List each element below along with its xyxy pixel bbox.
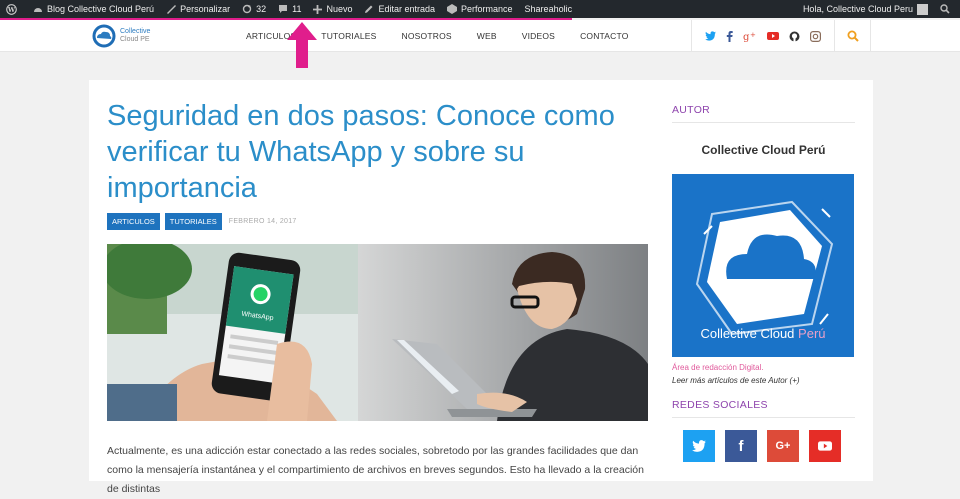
header-social-links: g + [691,20,835,52]
comment-icon [279,5,288,13]
dashboard-icon [34,8,42,12]
tag-tutoriales[interactable]: TUTORIALES [164,213,222,230]
author-image-text-1: Collective Cloud [700,326,795,341]
customize-button[interactable]: Personalizar [160,0,236,18]
post-featured-image: WhatsApp [107,244,648,421]
logo-text: Collective Cloud PE [120,28,150,44]
site-name-menu[interactable]: Blog Collective Cloud Perú [27,0,160,18]
site-header: Collective Cloud PE ARTICULOS TUTORIALES… [0,20,960,52]
admin-bar: W Blog Collective Cloud Perú Personaliza… [0,0,960,18]
author-image-caption: Collective Cloud Perú [672,326,854,341]
avatar [917,3,928,15]
google-plus-button[interactable]: G+ [767,430,799,462]
post-title: Seguridad en dos pasos: Conoce como veri… [107,100,615,204]
logo-line-2: Cloud PE [120,36,150,43]
post-meta: ARTICULOS TUTORIALES FEBRERO 14, 2017 [107,213,297,230]
customize-label: Personalizar [180,4,231,14]
edit-post-button[interactable]: Editar entrada [358,0,441,18]
youtube-button[interactable] [809,430,841,462]
author-name: Collective Cloud Perú [701,143,826,157]
updates-button[interactable]: 32 [236,0,272,18]
performance-icon [447,4,458,14]
facebook-icon: f [738,437,744,455]
cloud-logo-icon [92,24,116,48]
content-card: Seguridad en dos pasos: Conoce como veri… [89,80,873,495]
author-more-link[interactable]: Leer más artículos de este Autor (+) [672,376,855,385]
social-buttons: f G+ [672,430,855,462]
pencil-icon [365,5,373,13]
annotation-arrow-icon [287,22,317,68]
github-icon[interactable] [789,31,800,42]
youtube-icon[interactable] [766,30,779,42]
author-role: Área de redacción Digital. [672,363,764,372]
comments-count: 11 [292,4,302,14]
svg-text:W: W [7,5,16,13]
facebook-icon[interactable] [726,30,733,42]
nav-item-contacto[interactable]: CONTACTO [580,31,629,41]
performance-button[interactable]: Performance [441,0,519,18]
nav-item-nosotros[interactable]: NOSOTROS [402,31,452,41]
twitter-button[interactable] [683,430,715,462]
youtube-icon [818,441,832,451]
author-image-text-2: Perú [798,326,826,341]
shareaholic-label: Shareaholic [524,4,573,14]
facebook-button[interactable]: f [725,430,757,462]
comments-button[interactable]: 11 [272,0,307,18]
brush-icon [167,5,177,14]
post-body-text: Actualmente, es una adicción estar conec… [107,445,644,495]
updates-icon [242,4,252,14]
twitter-icon [692,440,706,452]
author-widget-title: AUTOR [672,104,855,123]
featured-image-graphic: WhatsApp [107,244,648,421]
sidebar: AUTOR Collective Cloud Perú Collective C… [672,104,855,462]
updates-count: 32 [256,4,267,14]
author-image[interactable]: Collective Cloud Perú [672,174,854,357]
nav-item-tutoriales[interactable]: TUTORIALES [321,31,376,41]
new-content-button[interactable]: Nuevo [307,0,358,18]
new-content-label: Nuevo [326,4,353,14]
edit-post-label: Editar entrada [378,4,436,14]
svg-text:g: g [743,32,750,42]
twitter-icon[interactable] [705,31,717,41]
nav-item-videos[interactable]: VIDEOS [522,31,555,41]
nav-item-web[interactable]: WEB [477,31,497,41]
wordpress-logo-button[interactable]: W [0,0,27,18]
search-icon [847,30,859,42]
site-name-label: Blog Collective Cloud Perú [47,4,155,14]
account-menu[interactable]: Hola, Collective Cloud Peru [797,0,934,18]
shareaholic-button[interactable]: Shareaholic [519,0,579,18]
google-plus-icon[interactable]: g + [743,31,756,42]
tag-articulos[interactable]: ARTICULOS [107,213,160,230]
social-widget-title: REDES SOCIALES [672,399,855,418]
instagram-icon[interactable] [809,30,821,42]
svg-text:+: + [750,31,756,39]
adminbar-search-button[interactable] [934,0,960,18]
performance-label: Performance [461,4,513,14]
plus-icon [313,4,323,14]
header-search-button[interactable] [835,20,871,52]
logo-line-1: Collective [120,28,151,35]
site-logo[interactable]: Collective Cloud PE [92,24,150,48]
post-date: FEBRERO 14, 2017 [228,218,297,225]
search-icon [940,4,950,14]
wordpress-icon: W [6,3,17,15]
google-plus-icon: G+ [775,440,791,452]
greeting-label: Hola, Collective Cloud Peru [802,4,913,14]
